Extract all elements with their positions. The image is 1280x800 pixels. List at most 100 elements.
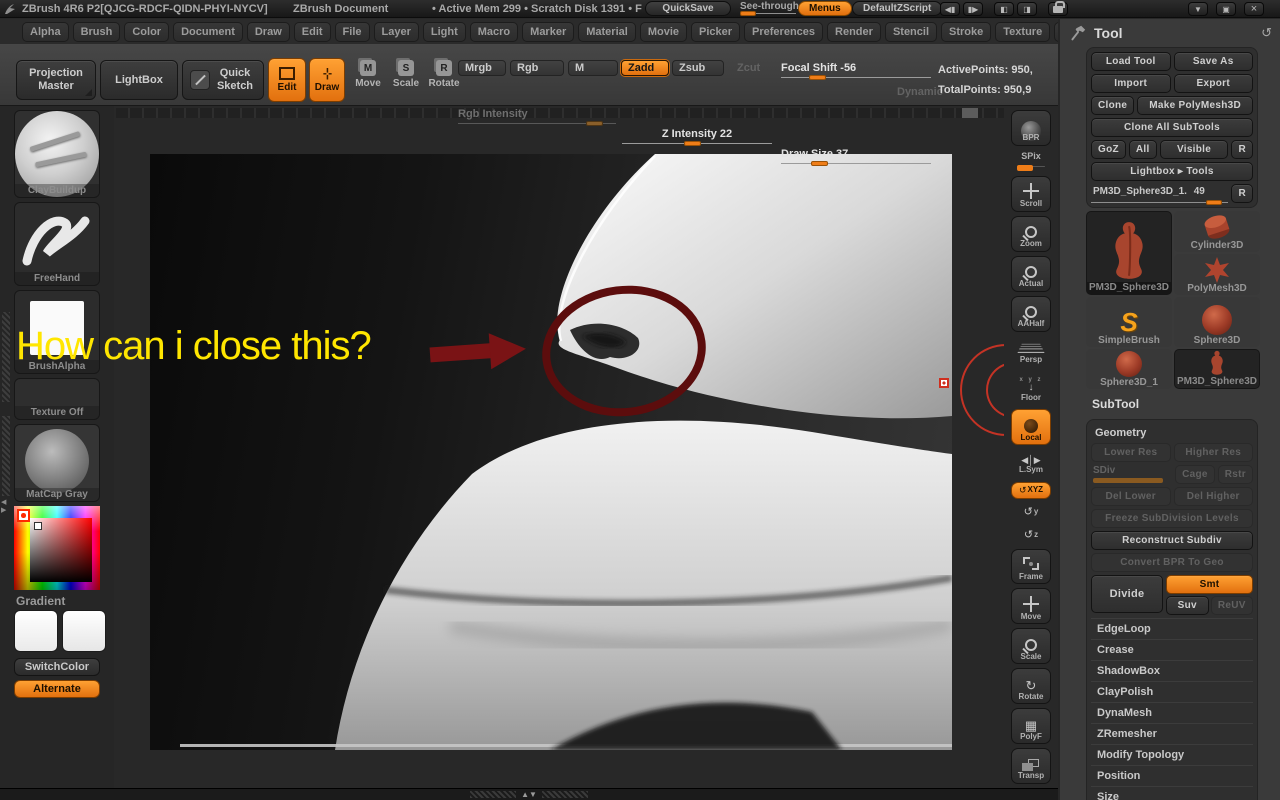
- gradient-label[interactable]: Gradient: [16, 594, 65, 608]
- section-position[interactable]: Position: [1091, 765, 1253, 786]
- scale-canvas-button[interactable]: Scale: [1011, 628, 1051, 665]
- menu-render[interactable]: Render: [827, 21, 881, 42]
- menu-stencil[interactable]: Stencil: [884, 21, 938, 42]
- menu-draw[interactable]: Draw: [246, 21, 290, 42]
- visible-button[interactable]: Visible: [1159, 140, 1229, 159]
- section-edgeloop[interactable]: EdgeLoop: [1091, 618, 1253, 639]
- zsub-button[interactable]: Zsub: [672, 60, 724, 76]
- smt-button[interactable]: Smt: [1166, 575, 1253, 594]
- rgb-intensity-knob[interactable]: [586, 121, 603, 126]
- zadd-button[interactable]: Zadd: [621, 60, 669, 76]
- zoom-button[interactable]: Zoom: [1011, 215, 1051, 252]
- actual-button[interactable]: Actual: [1011, 255, 1051, 292]
- spix-knob[interactable]: [1017, 164, 1033, 171]
- subtool-section-header[interactable]: SubTool: [1092, 397, 1280, 411]
- transp-button[interactable]: Transp: [1011, 748, 1051, 785]
- close-button[interactable]: ×: [1244, 2, 1264, 16]
- all-button[interactable]: All: [1128, 140, 1157, 159]
- goz-button[interactable]: GoZ: [1091, 140, 1126, 159]
- dock-right-icon[interactable]: ◨: [1017, 2, 1037, 16]
- canvas-area[interactable]: [114, 106, 1058, 788]
- selected-tool-thumb[interactable]: PM3D_Sphere3D: [1086, 211, 1172, 295]
- bottom-scroll-dots-right[interactable]: [541, 791, 588, 798]
- aahalf-button[interactable]: AAHalf: [1011, 295, 1051, 332]
- projection-master-button[interactable]: Projection Master: [16, 60, 96, 100]
- z-intensity-slider[interactable]: Z Intensity 22: [622, 124, 772, 146]
- scroll-button[interactable]: Scroll: [1011, 175, 1051, 212]
- make-polymesh3d-button[interactable]: Make PolyMesh3D: [1137, 96, 1253, 115]
- section-claypolish[interactable]: ClayPolish: [1091, 681, 1253, 702]
- divide-button[interactable]: Divide: [1091, 575, 1163, 613]
- current-material-thumb[interactable]: MatCap Gray: [14, 424, 100, 502]
- quicksave-button[interactable]: QuickSave: [645, 1, 731, 16]
- divider-right-icon[interactable]: ▮▶: [963, 2, 983, 16]
- simplebrush-thumb[interactable]: S SimpleBrush: [1086, 297, 1172, 347]
- move-tool[interactable]: M Move: [350, 60, 386, 89]
- menu-alpha[interactable]: Alpha: [22, 21, 69, 42]
- import-button[interactable]: Import: [1091, 74, 1171, 93]
- mrgb-button[interactable]: Mrgb: [458, 60, 506, 76]
- higher-res-button[interactable]: Higher Res: [1173, 443, 1253, 462]
- current-brush-thumb[interactable]: ClayBuildup: [14, 110, 100, 198]
- current-stroke-thumb[interactable]: FreeHand: [14, 202, 100, 286]
- current-color-swatch[interactable]: [17, 509, 30, 522]
- lightbox-button[interactable]: LightBox: [100, 60, 178, 100]
- lower-res-button[interactable]: Lower Res: [1091, 443, 1171, 462]
- section-modify-topology[interactable]: Modify Topology: [1091, 744, 1253, 765]
- sphere3d-1-thumb[interactable]: Sphere3D_1: [1086, 349, 1172, 389]
- polymesh3d-thumb[interactable]: PolyMesh3D: [1174, 254, 1260, 295]
- divider-left-icon[interactable]: ◀▮: [940, 2, 960, 16]
- suv-button[interactable]: Suv: [1166, 596, 1209, 615]
- cylinder3d-thumb[interactable]: Cylinder3D: [1174, 211, 1260, 252]
- sculpt-render[interactable]: [150, 154, 952, 750]
- see-through-knob[interactable]: [740, 11, 756, 16]
- sdiv-slider[interactable]: SDiv: [1091, 465, 1172, 484]
- floor-button[interactable]: x y z ↓ Floor: [1011, 371, 1051, 405]
- menu-macro[interactable]: Macro: [469, 21, 519, 42]
- persp-button[interactable]: Persp: [1011, 336, 1051, 368]
- focal-shift-knob[interactable]: [809, 75, 826, 80]
- section-zremesher[interactable]: ZRemesher: [1091, 723, 1253, 744]
- menus-button[interactable]: Menus: [798, 1, 852, 16]
- save-as-button[interactable]: Save As: [1173, 52, 1253, 71]
- rotate-tool[interactable]: R Rotate: [426, 60, 462, 89]
- menu-layer[interactable]: Layer: [373, 21, 419, 42]
- bottom-scroll-dots-left[interactable]: [470, 791, 517, 798]
- zcut-button[interactable]: Zcut: [737, 62, 760, 74]
- minimize-button[interactable]: ▼: [1188, 2, 1208, 16]
- current-texture-thumb[interactable]: Texture Off: [14, 378, 100, 420]
- lightbox-tools-button[interactable]: Lightbox ▸ Tools: [1091, 162, 1253, 181]
- menu-stroke[interactable]: Stroke: [941, 21, 992, 42]
- draw-button[interactable]: -¦- Draw: [309, 58, 345, 102]
- goz-r-button[interactable]: R: [1231, 140, 1253, 159]
- menu-edit[interactable]: Edit: [293, 21, 331, 42]
- tray-scrollbar-lower[interactable]: [2, 416, 10, 496]
- secondary-color-swatch[interactable]: [62, 610, 106, 652]
- xyz-button[interactable]: ↺ XYZ: [1011, 481, 1051, 499]
- draw-size-knob[interactable]: [811, 161, 828, 166]
- tray-collapse-icon[interactable]: ◀ ▶: [1, 498, 6, 514]
- reconstruct-subdiv-button[interactable]: Reconstruct Subdiv: [1091, 531, 1253, 550]
- spix-slider[interactable]: SPix: [1011, 150, 1051, 172]
- section-dynamesh[interactable]: DynaMesh: [1091, 702, 1253, 723]
- see-through-track[interactable]: [740, 11, 796, 16]
- rgb-button[interactable]: Rgb: [510, 60, 564, 76]
- rotate-canvas-button[interactable]: ↻ Rotate: [1011, 668, 1051, 705]
- menu-movie[interactable]: Movie: [639, 21, 687, 42]
- local-button[interactable]: Local: [1011, 409, 1051, 446]
- rotate-z-button[interactable]: ↺ z: [1011, 526, 1051, 545]
- active-tool-slider[interactable]: PM3D_Sphere3D_1. 49: [1091, 184, 1229, 205]
- freeze-subdivision-button[interactable]: Freeze SubDivision Levels: [1091, 509, 1253, 528]
- draw-size-slider[interactable]: Draw Size 37: [781, 144, 931, 166]
- restore-button[interactable]: ▣: [1216, 2, 1236, 16]
- tray-toggle-arrows-icon[interactable]: ▲▼: [521, 790, 537, 799]
- clone-all-subtools-button[interactable]: Clone All SubTools: [1091, 118, 1253, 137]
- main-color-swatch[interactable]: [14, 610, 58, 652]
- switch-color-button[interactable]: SwitchColor: [14, 658, 100, 676]
- menu-preferences[interactable]: Preferences: [744, 21, 824, 42]
- polyf-button[interactable]: ▦ PolyF: [1011, 708, 1051, 745]
- color-cursor[interactable]: [34, 522, 42, 530]
- menu-brush[interactable]: Brush: [72, 21, 121, 42]
- tool-r-button[interactable]: R: [1231, 184, 1253, 203]
- lsym-button[interactable]: ◀│▶ L.Sym: [1011, 449, 1051, 477]
